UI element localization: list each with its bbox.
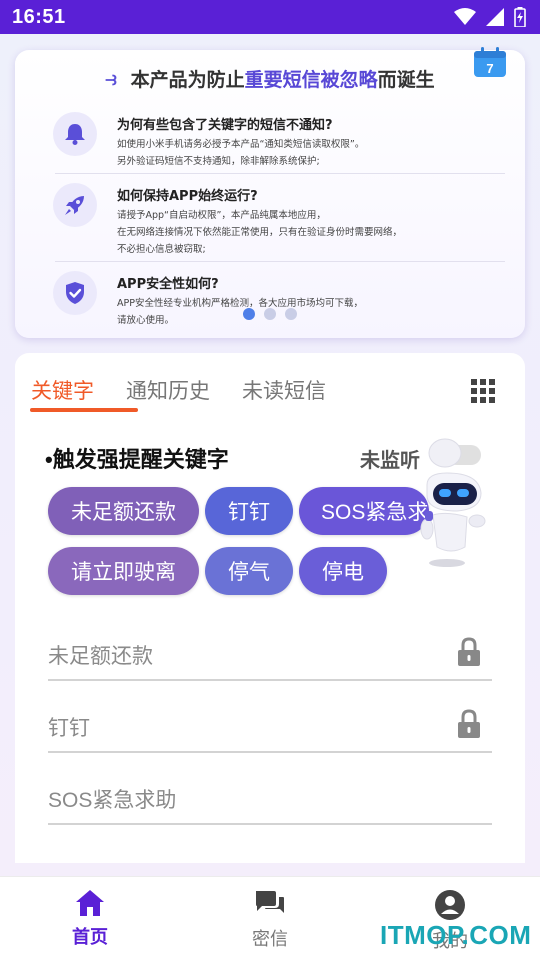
grid-menu-icon[interactable] — [471, 379, 495, 403]
rocket-icon — [53, 183, 97, 227]
status-icons — [454, 7, 526, 27]
faq-question: 如何保持APP始终运行? — [117, 189, 258, 204]
nav-messages[interactable]: 密信 — [225, 889, 315, 951]
wifi-icon — [454, 8, 476, 25]
faq-divider — [55, 173, 505, 174]
info-banner: ⥽ 本产品为防止 重要短信被忽略 而诞生 — [15, 62, 525, 94]
nav-home[interactable]: 首页 — [45, 889, 135, 949]
home-icon — [76, 890, 104, 916]
banner-prefix: 本产品为防止 — [130, 68, 245, 91]
faq-answer: APP安全性经专业机构严格检测，各大应用市场均可下载， 请放心使用。 — [117, 298, 363, 326]
info-card: ⥽ 本产品为防止 重要短信被忽略 而诞生 7 为何有些包含了关键字的短信不通知? 如… — [15, 47, 525, 338]
faq-item-notification: 为何有些包含了关键字的短信不通知? 如使用小米手机请务必授予本产品“通知类短信读… — [53, 112, 493, 182]
robot-mascot-icon — [420, 438, 486, 567]
lock-icon[interactable] — [456, 709, 482, 739]
keyword-chip[interactable]: 停气 — [205, 547, 293, 595]
battery-charging-icon — [514, 7, 526, 27]
keyword-chip[interactable]: 停电 — [299, 547, 387, 595]
faq-question: 为何有些包含了关键字的短信不通知? — [117, 118, 333, 133]
keyword-field — [48, 701, 492, 753]
keyword-chip[interactable]: 钉钉 — [205, 487, 293, 535]
nav-label: 密信 — [252, 929, 288, 949]
signal-icon — [486, 8, 504, 26]
keyword-input[interactable] — [48, 641, 428, 673]
nav-label: 首页 — [72, 927, 108, 947]
banner-arrows-icon: ⥽ — [105, 66, 117, 90]
keyword-field — [48, 629, 492, 681]
keyword-input[interactable] — [48, 713, 428, 745]
tab-unread-sms[interactable]: 未读短信 — [242, 375, 326, 405]
carousel-dot[interactable] — [285, 308, 297, 320]
user-icon — [435, 890, 465, 920]
keyword-input[interactable] — [48, 785, 428, 817]
keyword-chip[interactable]: 未足额还款 — [48, 487, 199, 535]
keyword-field — [48, 773, 492, 825]
carousel-indicator — [243, 308, 297, 320]
faq-divider — [55, 261, 505, 262]
lock-icon[interactable] — [456, 637, 482, 667]
faq-item-keep-running: 如何保持APP始终运行? 请授予App“自启动权限”，本产品纯属本地应用， 在无… — [53, 183, 493, 263]
tab-notification-history[interactable]: 通知历史 — [126, 375, 210, 405]
status-bar: 16:51 — [0, 0, 540, 34]
main-panel: 关键字 通知历史 未读短信 •触发强提醒关键字 未监听 未足额还款 钉钉 SOS… — [15, 353, 525, 863]
faq-question: APP安全性如何? — [117, 277, 219, 292]
tab-bar: 关键字 通知历史 未读短信 — [31, 375, 326, 405]
calendar-icon: 7 — [474, 47, 506, 77]
section-title: •触发强提醒关键字 — [45, 447, 229, 472]
faq-answer: 请授予App“自启动权限”，本产品纯属本地应用， 在无网络连接情况下依然能正常使… — [117, 210, 403, 255]
carousel-dot[interactable] — [264, 308, 276, 320]
keyword-chip[interactable]: 请立即驶离 — [48, 547, 199, 595]
calendar-day: 7 — [486, 61, 493, 76]
shield-check-icon — [53, 271, 97, 315]
faq-answer: 如使用小米手机请务必授予本产品“通知类短信读取权限”。 另外验证码短信不支持通知… — [117, 139, 365, 167]
carousel-dot[interactable] — [243, 308, 255, 320]
tab-active-indicator — [30, 408, 138, 412]
status-time: 16:51 — [12, 5, 66, 28]
banner-suffix: 而诞生 — [377, 68, 435, 91]
watermark: ITMOP.COM — [380, 920, 532, 950]
chat-icon — [256, 891, 284, 913]
banner-highlight: 重要短信被忽略 — [244, 68, 378, 91]
bell-icon — [53, 112, 97, 156]
tab-keywords[interactable]: 关键字 — [31, 375, 94, 405]
faq-item-security: APP安全性如何? APP安全性经专业机构严格检测，各大应用市场均可下载， 请放… — [53, 271, 493, 331]
